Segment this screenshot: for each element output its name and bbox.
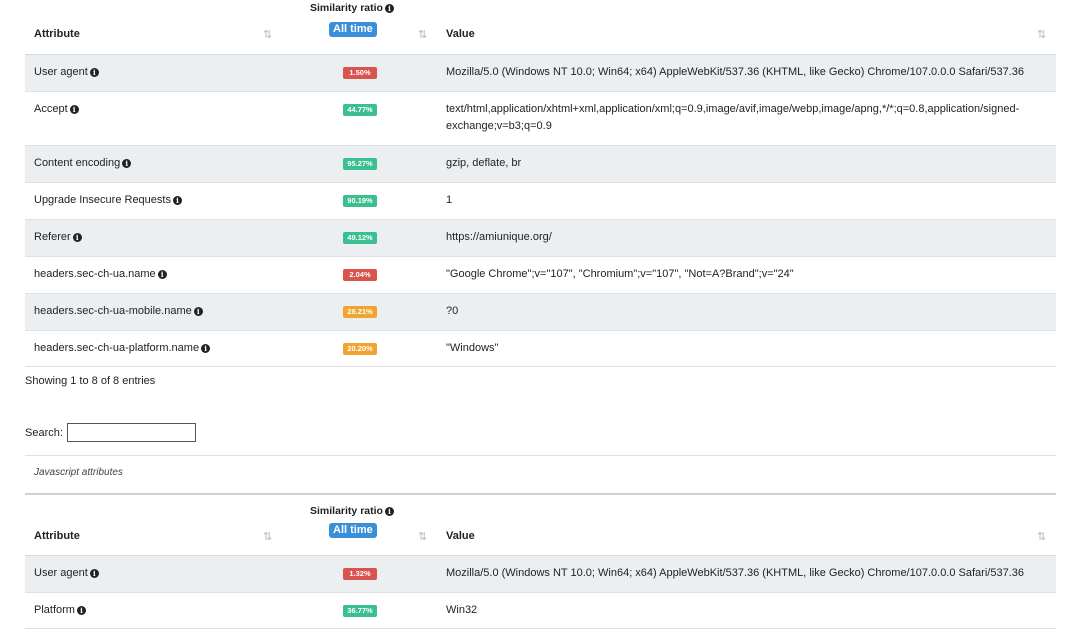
info-icon[interactable]: i (194, 307, 203, 316)
similarity-badge: 49.12% (343, 232, 377, 244)
attribute-value: "Windows" (446, 340, 1051, 357)
info-icon[interactable]: i (173, 196, 182, 205)
table-header: Attribute ⇅ Similarity ratioi All time ⇅… (25, 501, 1056, 556)
table-row: Accepti 44.77% text/html,application/xhtml… (25, 92, 1056, 146)
table-row: headers.sec-ch-ua-platform.namei 20.20% "W… (25, 331, 1056, 367)
attribute-label: headers.sec-ch-ua-mobile.name (34, 305, 192, 317)
attribute-name: User agenti (34, 567, 99, 579)
attribute-label: User agent (34, 567, 88, 579)
similarity-label: Similarity ratio (310, 505, 383, 517)
sort-similarity-icon[interactable]: ⇅ (418, 28, 425, 41)
javascript-attributes-table: Attribute ⇅ Similarity ratioi All time ⇅… (25, 501, 1056, 629)
all-time-badge[interactable]: All time (329, 22, 377, 37)
search-label: Search: (25, 427, 63, 439)
attribute-value: Win32 (446, 602, 1051, 619)
similarity-badge: 28.21% (343, 306, 377, 318)
attribute-name: Accepti (34, 103, 79, 115)
info-icon[interactable]: i (90, 569, 99, 578)
info-icon[interactable]: i (73, 233, 82, 242)
attribute-label: Content encoding (34, 157, 120, 169)
attribute-name: User agenti (34, 66, 99, 78)
similarity-badge: 1.32% (343, 568, 377, 580)
similarity-column-header[interactable]: Similarity ratioi (310, 2, 394, 14)
attribute-label: Platform (34, 604, 75, 616)
table-body: User agenti1.50%Mozilla/5.0 (Windows NT … (25, 55, 1056, 367)
attribute-value: Mozilla/5.0 (Windows NT 10.0; Win64; x64… (446, 565, 1051, 582)
similarity-badge: 20.20% (343, 343, 377, 355)
sort-value-icon[interactable]: ⇅ (1037, 28, 1044, 41)
attribute-value: gzip, deflate, br (446, 155, 1051, 172)
table-row: User agenti 1.50% Mozilla/5.0 (Windows NT … (25, 55, 1056, 92)
sort-similarity-icon[interactable]: ⇅ (418, 530, 425, 543)
similarity-badge: 1.50% (343, 67, 377, 79)
similarity-badge: 36.77% (343, 605, 377, 617)
info-icon[interactable]: i (201, 344, 210, 353)
table-row: Content encodingi 95.27% gzip, deflate, br (25, 146, 1056, 183)
table-row: User agenti 1.32% Mozilla/5.0 (Windows NT … (25, 556, 1056, 593)
attribute-column-header[interactable]: Attribute (34, 530, 80, 542)
javascript-attributes-section: Javascript attributes (25, 455, 1056, 495)
similarity-badge: 2.04% (343, 269, 377, 281)
attribute-label: headers.sec-ch-ua.name (34, 268, 156, 280)
attribute-name: headers.sec-ch-ua.namei (34, 268, 167, 280)
attribute-value: 1 (446, 192, 1051, 209)
attribute-name: Refereri (34, 231, 82, 243)
info-icon[interactable]: i (385, 4, 394, 13)
sort-value-icon[interactable]: ⇅ (1037, 530, 1044, 543)
attribute-value: https://amiunique.org/ (446, 229, 1051, 246)
search-input[interactable] (67, 423, 196, 442)
table-row: Refereri 49.12% https://amiunique.org/ (25, 220, 1056, 257)
attribute-value: "Google Chrome";v="107", "Chromium";v="1… (446, 266, 1051, 283)
value-column-header[interactable]: Value (446, 530, 475, 542)
attribute-value: ?0 (446, 303, 1051, 320)
attribute-column-header[interactable]: Attribute (34, 28, 80, 40)
similarity-column-header[interactable]: Similarity ratioi (310, 505, 394, 517)
sort-attribute-icon[interactable]: ⇅ (263, 28, 270, 41)
table-header: Attribute ⇅ Similarity ratioi All time ⇅… (25, 0, 1056, 55)
info-icon[interactable]: i (122, 159, 131, 168)
sort-attribute-icon[interactable]: ⇅ (263, 530, 270, 543)
attribute-value: text/html,application/xhtml+xml,applicat… (446, 101, 1051, 135)
section-title: Javascript attributes (34, 467, 123, 478)
similarity-label: Similarity ratio (310, 2, 383, 14)
http-attributes-table: Attribute ⇅ Similarity ratioi All time ⇅… (25, 0, 1056, 367)
attribute-name: headers.sec-ch-ua-platform.namei (34, 342, 210, 354)
all-time-badge[interactable]: All time (329, 523, 377, 538)
similarity-badge: 95.27% (343, 158, 377, 170)
info-icon[interactable]: i (90, 68, 99, 77)
table-row: headers.sec-ch-ua-mobile.namei 28.21% ?0 (25, 294, 1056, 331)
similarity-badge: 44.77% (343, 104, 377, 116)
attribute-label: headers.sec-ch-ua-platform.name (34, 342, 199, 354)
table-row: Upgrade Insecure Requestsi 90.19% 1 (25, 183, 1056, 220)
table-row: Platformi 36.77% Win32 (25, 593, 1056, 629)
similarity-badge: 90.19% (343, 195, 377, 207)
attribute-value: Mozilla/5.0 (Windows NT 10.0; Win64; x64… (446, 64, 1051, 81)
table-row: headers.sec-ch-ua.namei 2.04% "Google Chro… (25, 257, 1056, 294)
info-icon[interactable]: i (385, 507, 394, 516)
info-icon[interactable]: i (77, 606, 86, 615)
attribute-name: Upgrade Insecure Requestsi (34, 194, 182, 206)
attribute-name: headers.sec-ch-ua-mobile.namei (34, 305, 203, 317)
table-info: Showing 1 to 8 of 8 entries (25, 375, 155, 387)
info-icon[interactable]: i (158, 270, 167, 279)
value-column-header[interactable]: Value (446, 28, 475, 40)
info-icon[interactable]: i (70, 105, 79, 114)
attribute-label: Accept (34, 103, 68, 115)
attribute-name: Platformi (34, 604, 86, 616)
attribute-name: Content encodingi (34, 157, 131, 169)
attribute-label: User agent (34, 66, 88, 78)
attribute-label: Referer (34, 231, 71, 243)
table-body: User agenti1.32%Mozilla/5.0 (Windows NT … (25, 556, 1056, 629)
attribute-label: Upgrade Insecure Requests (34, 194, 171, 206)
